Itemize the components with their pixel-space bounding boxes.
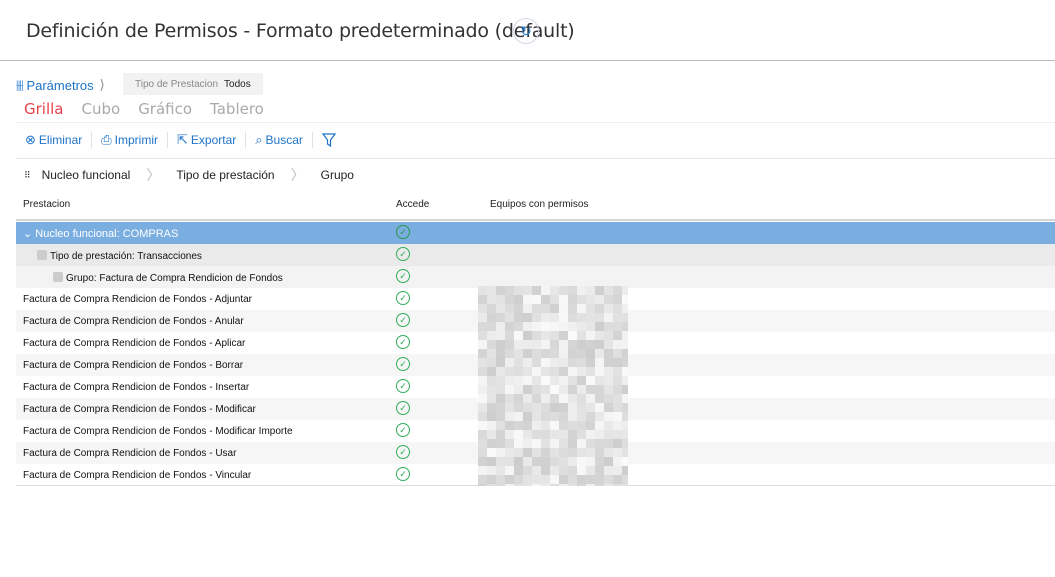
prestacion-cell: Factura de Compra Rendicion de Fondos - …	[23, 404, 256, 415]
refresh-button[interactable]: ↻	[513, 18, 539, 44]
sliders-icon: ⫲⫲	[16, 77, 24, 92]
check-circle-icon: ✓	[396, 335, 410, 349]
close-circle-icon: ⊗	[25, 132, 36, 147]
check-circle-icon: ✓	[396, 313, 410, 327]
header-divider	[16, 219, 1055, 221]
print-button[interactable]: ⎙ Imprimir	[92, 132, 168, 148]
group-row-tipo[interactable]: Tipo de prestación: Transacciones ✓	[16, 244, 1055, 266]
group-label: Nucleo funcional: COMPRAS	[35, 228, 179, 240]
check-circle-icon: ✓	[396, 247, 410, 261]
filter-icon	[321, 133, 336, 147]
tab-tablero[interactable]: Tablero	[210, 100, 264, 118]
prestacion-cell: Factura de Compra Rendicion de Fondos - …	[23, 338, 246, 349]
view-tabs: Grilla Cubo Gráfico Tablero	[24, 100, 264, 118]
toolbar: ⊗ Eliminar ⎙ Imprimir ⇱ Exportar ⌕ Buscar	[22, 130, 345, 150]
check-circle-icon: ✓	[396, 379, 410, 393]
prestacion-cell: Factura de Compra Rendicion de Fondos - …	[23, 448, 237, 459]
check-circle-icon: ✓	[396, 269, 410, 283]
export-label: Exportar	[190, 133, 237, 147]
prestacion-cell: Factura de Compra Rendicion de Fondos - …	[23, 316, 244, 327]
collapse-icon[interactable]	[53, 272, 63, 282]
check-circle-icon: ✓	[396, 291, 410, 305]
chevron-right-icon: 〉	[290, 167, 305, 183]
chevron-down-icon[interactable]: ⌄	[23, 228, 32, 240]
export-button[interactable]: ⇱ Exportar	[168, 132, 247, 148]
group-label: Grupo: Factura de Compra Rendicion de Fo…	[66, 273, 283, 284]
group-chip-tipo[interactable]: Tipo de prestación	[176, 168, 274, 182]
search-label: Buscar	[265, 133, 303, 147]
check-circle-icon: ✓	[396, 225, 410, 239]
page-title: Definición de Permisos - Formato predete…	[26, 20, 575, 42]
tab-cubo[interactable]: Cubo	[82, 100, 121, 118]
group-chip-grupo[interactable]: Grupo	[321, 168, 354, 182]
divider	[16, 158, 1055, 159]
prestacion-cell: Factura de Compra Rendicion de Fondos - …	[23, 360, 244, 371]
search-icon: ⌕	[255, 132, 263, 147]
search-button[interactable]: ⌕ Buscar	[246, 132, 313, 148]
check-circle-icon: ✓	[396, 423, 410, 437]
prestacion-cell: Factura de Compra Rendicion de Fondos - …	[23, 470, 252, 481]
parameters-toggle[interactable]: ⫲⫲ Parámetros ⟩	[16, 75, 105, 95]
grouping-bar: ⠿ Nucleo funcional 〉 Tipo de prestación …	[24, 166, 354, 184]
check-circle-icon: ✓	[396, 467, 410, 481]
tab-grafico[interactable]: Gráfico	[138, 100, 192, 118]
prestacion-cell: Factura de Compra Rendicion de Fondos - …	[23, 382, 250, 393]
divider	[16, 122, 1055, 123]
filter-button[interactable]	[313, 133, 345, 147]
group-chip-nucleo[interactable]: Nucleo funcional	[42, 168, 131, 182]
group-row-nucleo[interactable]: ⌄ Nucleo funcional: COMPRAS ✓	[16, 222, 1055, 244]
collapse-icon[interactable]	[37, 250, 47, 260]
group-row-grupo[interactable]: Grupo: Factura de Compra Rendicion de Fo…	[16, 266, 1055, 288]
tab-grilla[interactable]: Grilla	[24, 100, 64, 118]
parameters-label: Parámetros	[26, 77, 94, 93]
title-bar: Definición de Permisos - Formato predete…	[0, 0, 1055, 61]
refresh-icon: ↻	[520, 22, 532, 39]
filter-chip[interactable]: Tipo de Prestacion Todos	[123, 73, 263, 95]
column-header-accede[interactable]: Accede	[396, 199, 429, 210]
filter-key: Tipo de Prestacion	[135, 78, 219, 90]
check-circle-icon: ✓	[396, 357, 410, 371]
check-circle-icon: ✓	[396, 445, 410, 459]
printer-icon: ⎙	[101, 132, 112, 147]
prestacion-cell: Factura de Compra Rendicion de Fondos - …	[23, 294, 253, 305]
delete-label: Eliminar	[38, 133, 83, 147]
chevron-right-icon: 〉	[146, 167, 161, 183]
delete-button[interactable]: ⊗ Eliminar	[22, 132, 93, 148]
redacted-teams-column	[478, 286, 628, 486]
print-label: Imprimir	[114, 133, 158, 147]
check-circle-icon: ✓	[396, 401, 410, 415]
group-label: Tipo de prestación: Transacciones	[50, 251, 202, 262]
chevron-right-icon: ⟩	[99, 77, 105, 92]
column-header-equipos[interactable]: Equipos con permisos	[490, 199, 588, 210]
drag-grip-icon[interactable]: ⠿	[24, 170, 31, 181]
column-header-prestacion[interactable]: Prestacion	[23, 199, 70, 210]
filter-value: Todos	[224, 78, 251, 90]
prestacion-cell: Factura de Compra Rendicion de Fondos - …	[23, 426, 293, 437]
external-link-icon: ⇱	[176, 132, 188, 147]
